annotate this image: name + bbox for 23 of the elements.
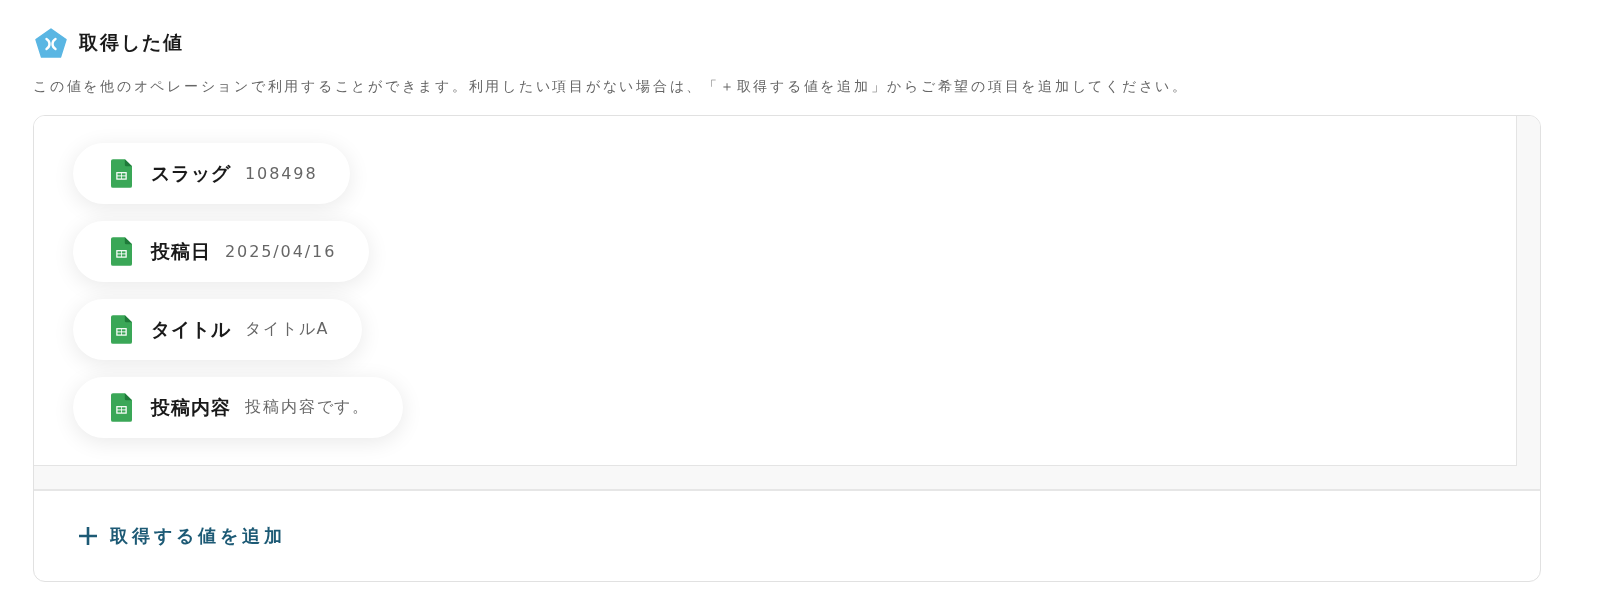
value-label: 投稿日	[151, 238, 211, 264]
value-chip[interactable]: タイトル タイトルA	[73, 299, 363, 360]
value-chip[interactable]: 投稿日 2025/04/16	[73, 221, 370, 282]
pentagon-logo-icon	[35, 28, 67, 58]
plus-icon	[78, 526, 98, 546]
value-chip[interactable]: 投稿内容 投稿内容です。	[73, 377, 404, 438]
spreadsheet-icon	[111, 159, 132, 188]
value-sample: 108498	[245, 164, 318, 183]
value-sample: 投稿内容です。	[245, 397, 371, 418]
section-description: この値を他のオペレーションで利用することができます。利用したい項目がない場合は、「＋取得する値を追加」からご希望の項目を追加してください。	[33, 78, 1190, 96]
horizontal-scrollbar-track[interactable]	[34, 466, 1540, 489]
value-label: 投稿内容	[151, 394, 231, 420]
section-title: 取得した値	[79, 30, 184, 55]
value-label: タイトル	[151, 316, 231, 342]
vertical-scrollbar-track[interactable]	[1517, 116, 1540, 466]
spreadsheet-icon	[111, 237, 132, 266]
value-label: スラッグ	[151, 160, 231, 186]
value-chip[interactable]: スラッグ 108498	[73, 143, 351, 204]
add-value-button[interactable]: 取得する値を追加	[78, 524, 286, 548]
value-sample: 2025/04/16	[225, 242, 337, 261]
value-sample: タイトルA	[245, 319, 330, 340]
spreadsheet-icon	[111, 393, 132, 422]
spreadsheet-icon	[111, 315, 132, 344]
